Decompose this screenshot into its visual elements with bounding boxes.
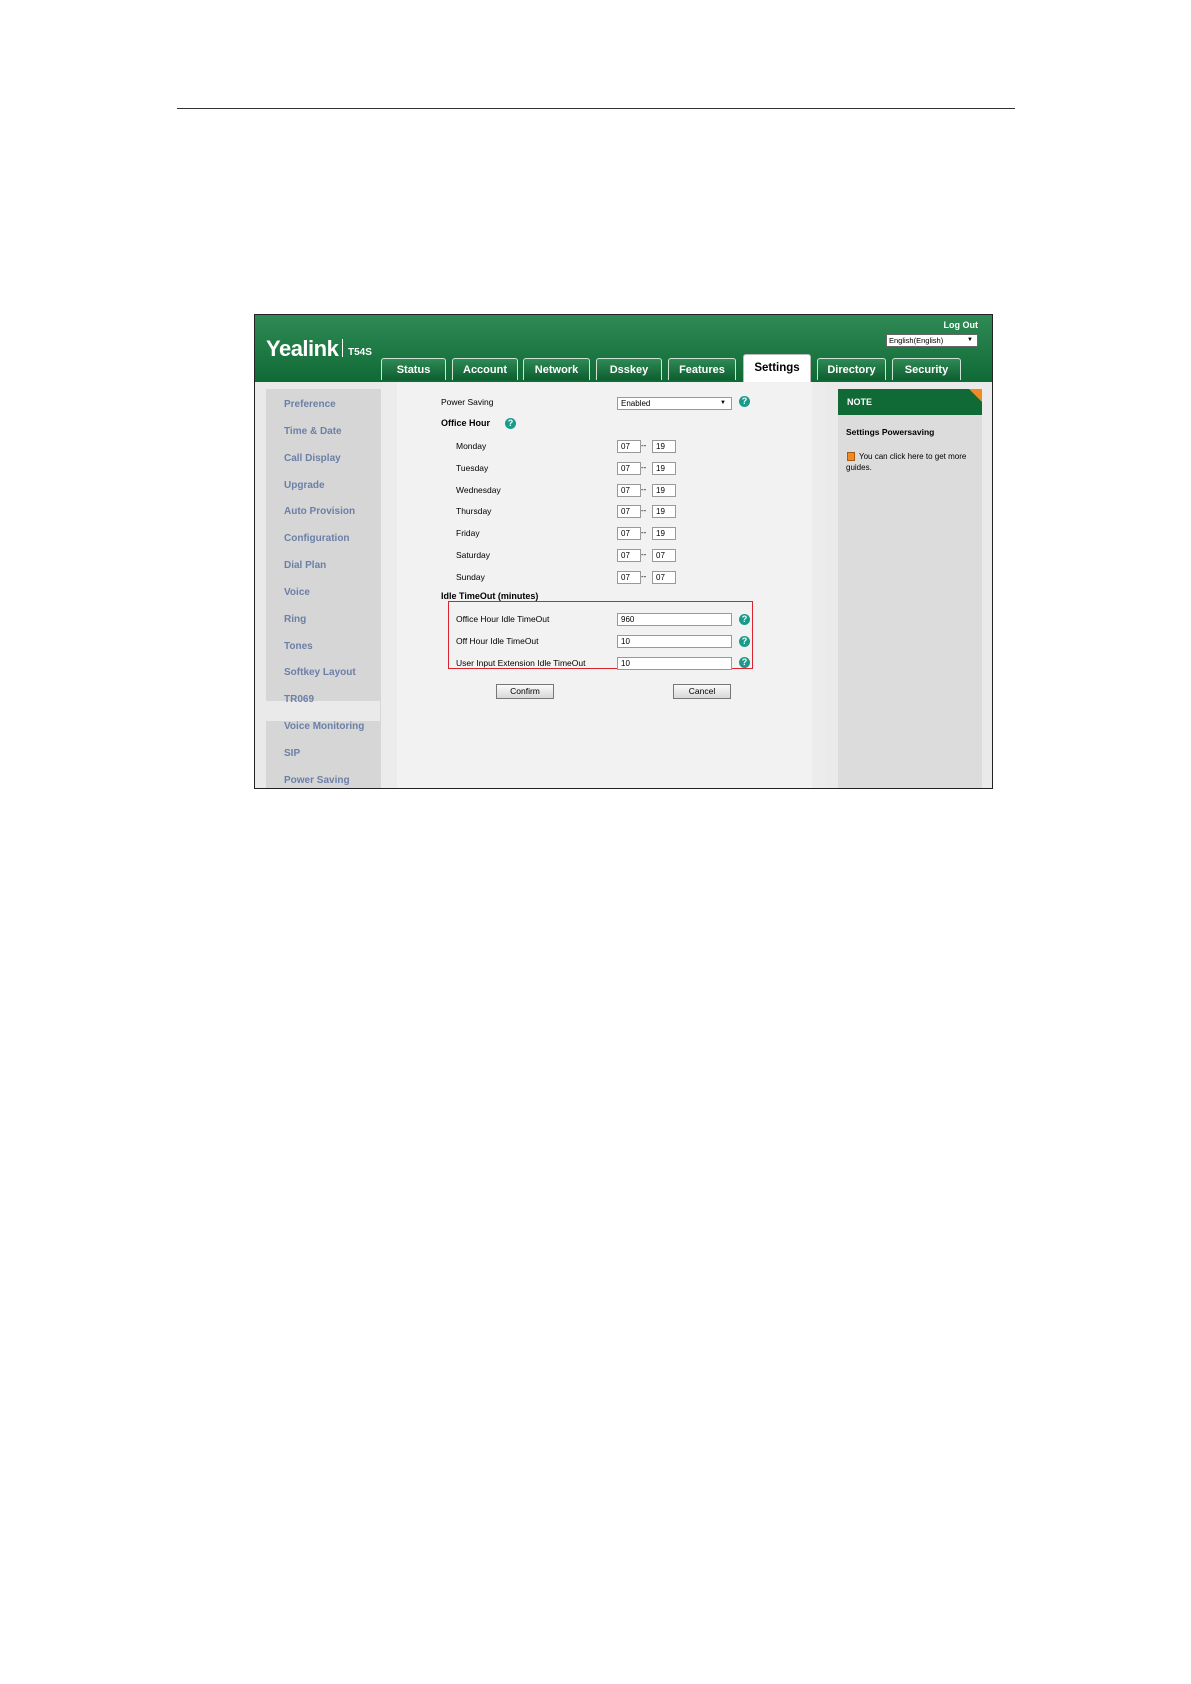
user-input-idle-help-icon[interactable]: ? [739, 657, 750, 668]
sidebar-item-auto-provision[interactable]: Auto Provision [284, 506, 355, 517]
sidebar-item-tones[interactable]: Tones [284, 641, 313, 652]
tab-dsskey[interactable]: Dsskey [596, 358, 662, 380]
range-separator: -- [641, 463, 647, 472]
off-hour-idle-input[interactable]: 10 [617, 635, 732, 648]
sidebar-item-softkey-layout[interactable]: Softkey Layout [284, 667, 356, 678]
tab-account[interactable]: Account [452, 358, 518, 380]
friday-start-input[interactable]: 07 [617, 527, 641, 540]
power-saving-label: Power Saving [441, 397, 494, 407]
power-saving-select[interactable]: Enabled ▼ [617, 397, 732, 410]
office-hour-help-icon[interactable]: ? [505, 418, 516, 429]
sidebar-item-configuration[interactable]: Configuration [284, 533, 350, 544]
office-hour-idle-help-icon[interactable]: ? [739, 614, 750, 625]
sidebar-item-dial-plan[interactable]: Dial Plan [284, 560, 326, 571]
sidebar-item-call-display[interactable]: Call Display [284, 453, 341, 464]
wednesday-end-input[interactable]: 19 [652, 484, 676, 497]
range-separator: -- [641, 485, 647, 494]
logout-link[interactable]: Log Out [944, 320, 979, 330]
thursday-start-input[interactable]: 07 [617, 505, 641, 518]
sunday-start-input[interactable]: 07 [617, 571, 641, 584]
thursday-end-input[interactable]: 19 [652, 505, 676, 518]
day-label-monday: Monday [456, 441, 487, 451]
tab-network[interactable]: Network [523, 358, 590, 380]
friday-end-input[interactable]: 19 [652, 527, 676, 540]
tab-directory[interactable]: Directory [817, 358, 886, 380]
header-bar: Yealink T54S Log Out English(English) ▼ … [255, 315, 992, 382]
off-hour-idle-label: Off Hour Idle TimeOut [456, 636, 539, 646]
tab-features[interactable]: Features [668, 358, 736, 380]
chevron-down-icon: ▼ [720, 400, 726, 406]
day-label-sunday: Sunday [456, 572, 485, 582]
sidebar-active-highlight [265, 701, 380, 721]
wednesday-start-input[interactable]: 07 [617, 484, 641, 497]
note-corner-fold [969, 389, 982, 402]
sidebar-item-time-date[interactable]: Time & Date [284, 426, 342, 437]
saturday-start-input[interactable]: 07 [617, 549, 641, 562]
range-separator: -- [641, 506, 647, 515]
tab-settings[interactable]: Settings [743, 354, 811, 382]
sidebar-item-upgrade[interactable]: Upgrade [284, 480, 325, 491]
language-value: English(English) [889, 336, 944, 345]
idle-timeout-heading: Idle TimeOut (minutes) [441, 591, 539, 601]
sidebar-item-sip[interactable]: SIP [284, 748, 300, 759]
cancel-button[interactable]: Cancel [673, 684, 731, 699]
chevron-down-icon: ▼ [967, 337, 973, 343]
range-separator: -- [641, 528, 647, 537]
office-hour-idle-input[interactable]: 960 [617, 613, 732, 626]
range-separator: -- [641, 550, 647, 559]
day-label-friday: Friday [456, 528, 480, 538]
user-input-idle-input[interactable]: 10 [617, 657, 732, 670]
range-separator: -- [641, 572, 647, 581]
saturday-end-input[interactable]: 07 [652, 549, 676, 562]
office-hour-idle-label: Office Hour Idle TimeOut [456, 614, 550, 624]
monday-start-input[interactable]: 07 [617, 440, 641, 453]
power-saving-value: Enabled [621, 399, 651, 408]
day-label-thursday: Thursday [456, 506, 492, 516]
model-label: T54S [348, 347, 372, 358]
day-label-wednesday: Wednesday [456, 485, 501, 495]
sidebar-item-voice[interactable]: Voice [284, 587, 310, 598]
language-select[interactable]: English(English) ▼ [886, 334, 978, 347]
user-input-idle-label: User Input Extension Idle TimeOut [456, 658, 586, 668]
sidebar-item-voice-monitoring[interactable]: Voice Monitoring [284, 721, 364, 732]
day-label-saturday: Saturday [456, 550, 491, 560]
page-top-rule [177, 108, 1015, 109]
power-saving-help-icon[interactable]: ? [739, 396, 750, 407]
confirm-button[interactable]: Confirm [496, 684, 554, 699]
monday-end-input[interactable]: 19 [652, 440, 676, 453]
sidebar-item-power-saving[interactable]: Power Saving [284, 775, 350, 786]
logo-separator [342, 339, 343, 357]
tab-status[interactable]: Status [381, 358, 446, 380]
sunday-end-input[interactable]: 07 [652, 571, 676, 584]
note-header: NOTE [838, 389, 982, 415]
range-separator: -- [641, 441, 647, 450]
yealink-logo: Yealink [266, 336, 339, 361]
note-title: Settings Powersaving [846, 427, 935, 437]
tab-security[interactable]: Security [892, 358, 961, 380]
tuesday-end-input[interactable]: 19 [652, 462, 676, 475]
note-guide-link[interactable]: You can click here to get more guides. [846, 451, 976, 473]
note-panel: NOTE Settings Powersaving You can click … [838, 389, 982, 788]
off-hour-idle-help-icon[interactable]: ? [739, 636, 750, 647]
tuesday-start-input[interactable]: 07 [617, 462, 641, 475]
office-hour-heading: Office Hour [441, 418, 491, 428]
sidebar-item-ring[interactable]: Ring [284, 614, 306, 625]
day-label-tuesday: Tuesday [456, 463, 489, 473]
sidebar-item-preference[interactable]: Preference [284, 399, 336, 410]
sidebar-item-tr069[interactable]: TR069 [284, 694, 314, 705]
